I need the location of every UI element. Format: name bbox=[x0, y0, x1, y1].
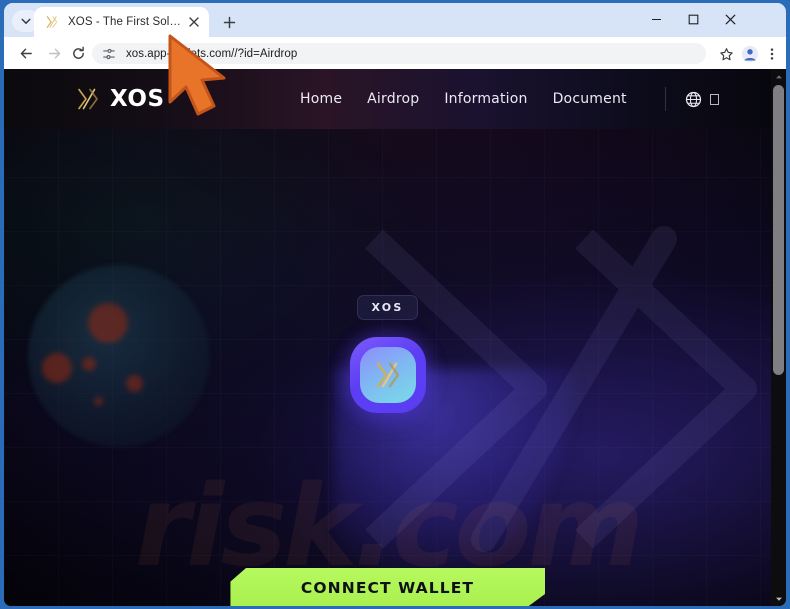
maximize-icon bbox=[688, 14, 699, 24]
scroll-down-button[interactable] bbox=[771, 591, 786, 606]
xos-glyph-icon bbox=[376, 362, 399, 388]
nav-item-airdrop[interactable]: Airdrop bbox=[367, 91, 419, 107]
address-bar[interactable]: xos.app-wallets.com//?id=Airdrop bbox=[92, 43, 706, 64]
close-icon bbox=[189, 17, 199, 27]
xos-app-icon[interactable] bbox=[337, 325, 438, 425]
plus-icon bbox=[223, 16, 235, 28]
language-label bbox=[710, 93, 719, 105]
header-divider bbox=[665, 87, 666, 111]
globe-icon bbox=[685, 91, 702, 107]
minimize-icon bbox=[652, 18, 661, 20]
star-icon bbox=[719, 47, 733, 60]
nav-item-information[interactable]: Information bbox=[444, 91, 527, 107]
close-icon bbox=[725, 14, 736, 24]
nav-item-home[interactable]: Home bbox=[300, 91, 342, 107]
window-close-button[interactable] bbox=[712, 3, 749, 35]
site-logo-text: XOS bbox=[110, 86, 165, 112]
arrow-right-icon bbox=[48, 48, 60, 58]
xos-landing-page: risk.com XOS Home Airdrop Information Do… bbox=[4, 69, 771, 606]
tab-close-button[interactable] bbox=[185, 13, 203, 31]
browser-tab[interactable]: XOS - The First Solana L2 bbox=[34, 7, 209, 37]
arrow-left-icon bbox=[20, 48, 32, 58]
caret-down-icon bbox=[775, 597, 782, 601]
connect-wallet-label: CONNECT WALLET bbox=[300, 579, 475, 597]
reload-icon bbox=[72, 46, 84, 59]
browser-window: XOS - The First Solana L2 bbox=[0, 0, 790, 609]
site-settings-icon[interactable] bbox=[101, 46, 117, 62]
caret-up-icon bbox=[775, 74, 782, 78]
chevron-down-icon bbox=[21, 18, 31, 24]
nav-item-document[interactable]: Document bbox=[553, 91, 627, 107]
site-nav: Home Airdrop Information Document bbox=[300, 69, 627, 129]
forward-button[interactable] bbox=[42, 41, 66, 65]
xos-favicon bbox=[44, 14, 60, 30]
site-header: XOS Home Airdrop Information Document bbox=[4, 69, 771, 129]
app-icon-inner bbox=[359, 347, 416, 403]
hero-section: XOS CONNECT WALLET bbox=[4, 129, 771, 606]
avatar-icon bbox=[741, 45, 759, 63]
app-tooltip: XOS bbox=[356, 295, 419, 320]
connect-wallet-button[interactable]: CONNECT WALLET bbox=[230, 568, 545, 606]
language-selector[interactable] bbox=[665, 69, 719, 129]
profile-button[interactable] bbox=[738, 42, 762, 66]
page-viewport: risk.com XOS Home Airdrop Information Do… bbox=[4, 69, 786, 606]
tab-strip: XOS - The First Solana L2 bbox=[4, 3, 786, 37]
url-text: xos.app-wallets.com//?id=Airdrop bbox=[126, 47, 298, 60]
new-tab-button[interactable] bbox=[218, 11, 240, 33]
browser-menu-button[interactable] bbox=[760, 42, 784, 66]
xos-logo-mark bbox=[78, 88, 98, 110]
scrollbar-thumb[interactable] bbox=[773, 85, 784, 375]
browser-toolbar: xos.app-wallets.com//?id=Airdrop bbox=[4, 37, 786, 69]
window-minimize-button[interactable] bbox=[638, 3, 675, 35]
tab-title: XOS - The First Solana L2 bbox=[68, 16, 185, 28]
scroll-up-button[interactable] bbox=[771, 69, 786, 84]
app-icon-outer bbox=[349, 337, 426, 413]
reload-button[interactable] bbox=[66, 41, 90, 65]
site-logo[interactable]: XOS bbox=[76, 69, 165, 129]
page-scrollbar[interactable] bbox=[771, 69, 786, 606]
window-maximize-button[interactable] bbox=[675, 3, 712, 35]
back-button[interactable] bbox=[14, 41, 38, 65]
bookmark-button[interactable] bbox=[714, 42, 738, 66]
more-vertical-icon bbox=[770, 48, 774, 60]
browser-chrome: XOS - The First Solana L2 bbox=[4, 3, 786, 606]
